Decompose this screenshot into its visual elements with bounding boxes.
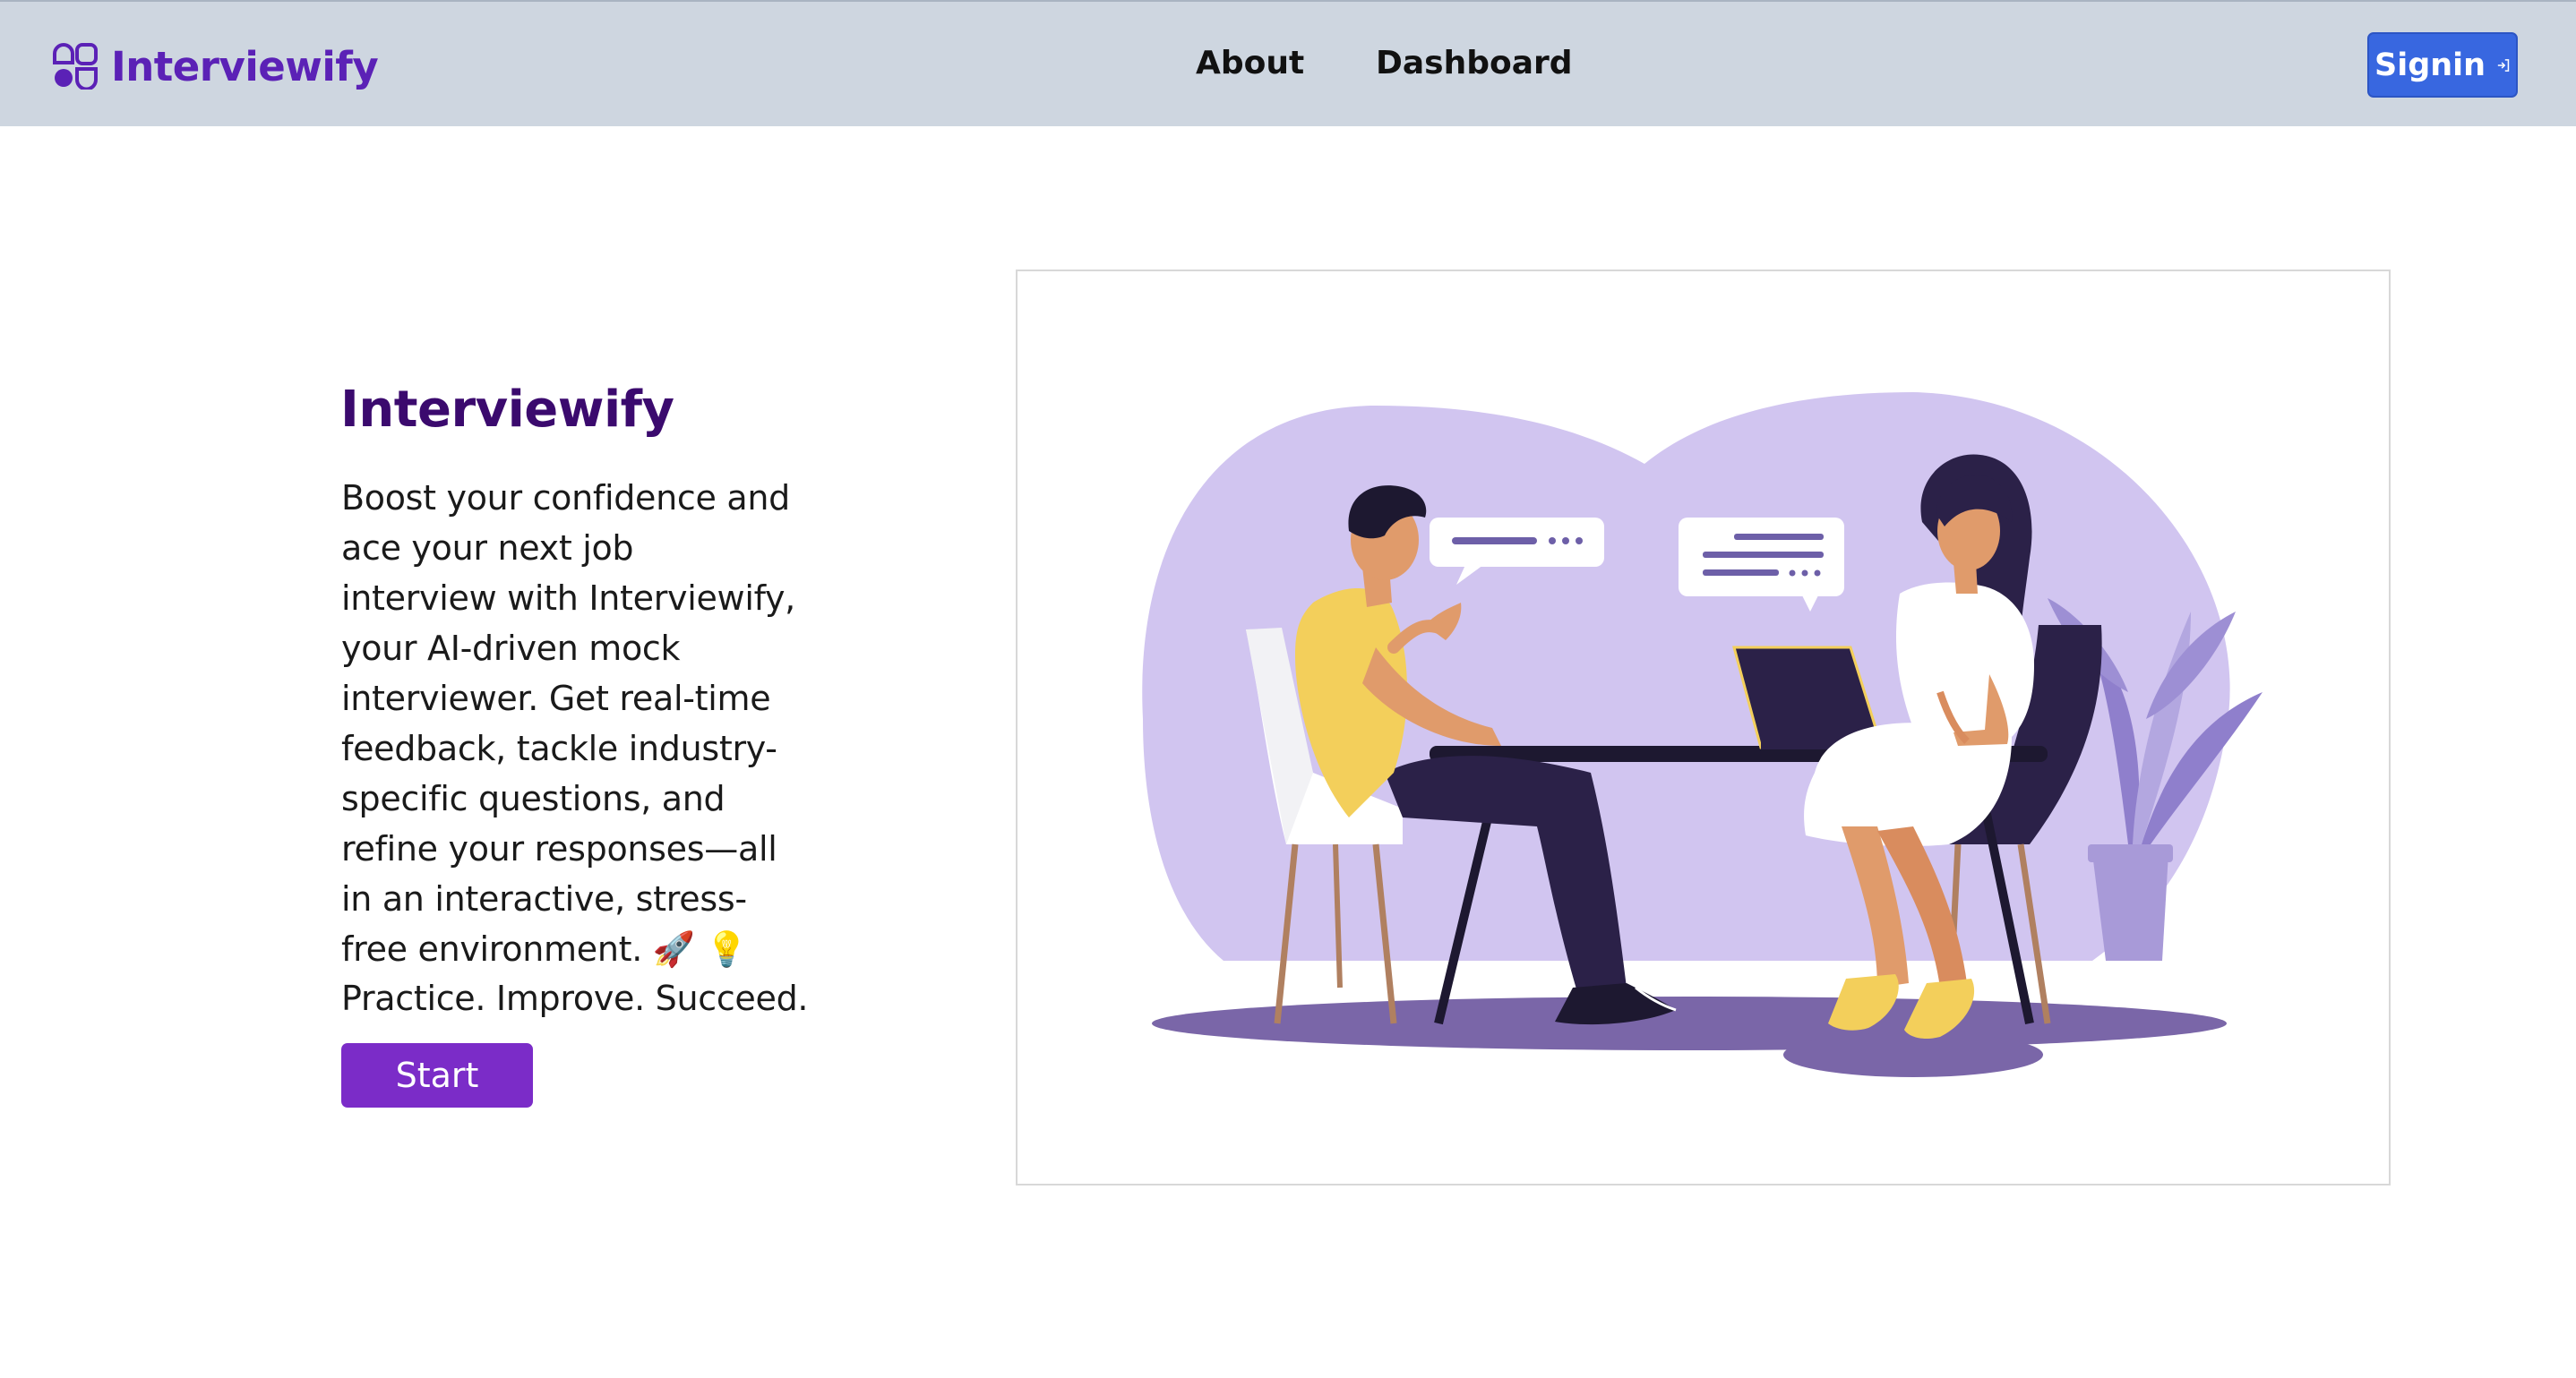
- hero-description: Boost your confidence and ace your next …: [341, 478, 795, 969]
- illustration-card: [1016, 270, 2391, 1185]
- nav-link-dashboard[interactable]: Dashboard: [1376, 45, 1573, 81]
- signin-button[interactable]: Signin: [2367, 32, 2518, 98]
- interview-illustration: [1142, 392, 2263, 1077]
- shapes-logo-icon: [53, 43, 98, 90]
- navbar: Interviewify About Dashboard Signin: [0, 0, 2576, 126]
- hero-title: Interviewify: [340, 381, 674, 439]
- sign-in-arrow-icon: [2497, 58, 2510, 72]
- brand-name: Interviewify: [111, 42, 379, 90]
- brand-link[interactable]: Interviewify: [52, 39, 379, 93]
- floor-shadow: [1152, 997, 2227, 1050]
- floor-shadow-center: [1783, 1032, 2043, 1077]
- signin-label: Signin: [2374, 47, 2486, 83]
- start-button[interactable]: Start: [341, 1043, 533, 1108]
- hero-tagline: Practice. Improve. Succeed.: [341, 979, 809, 1018]
- nav-link-about[interactable]: About: [1196, 45, 1304, 81]
